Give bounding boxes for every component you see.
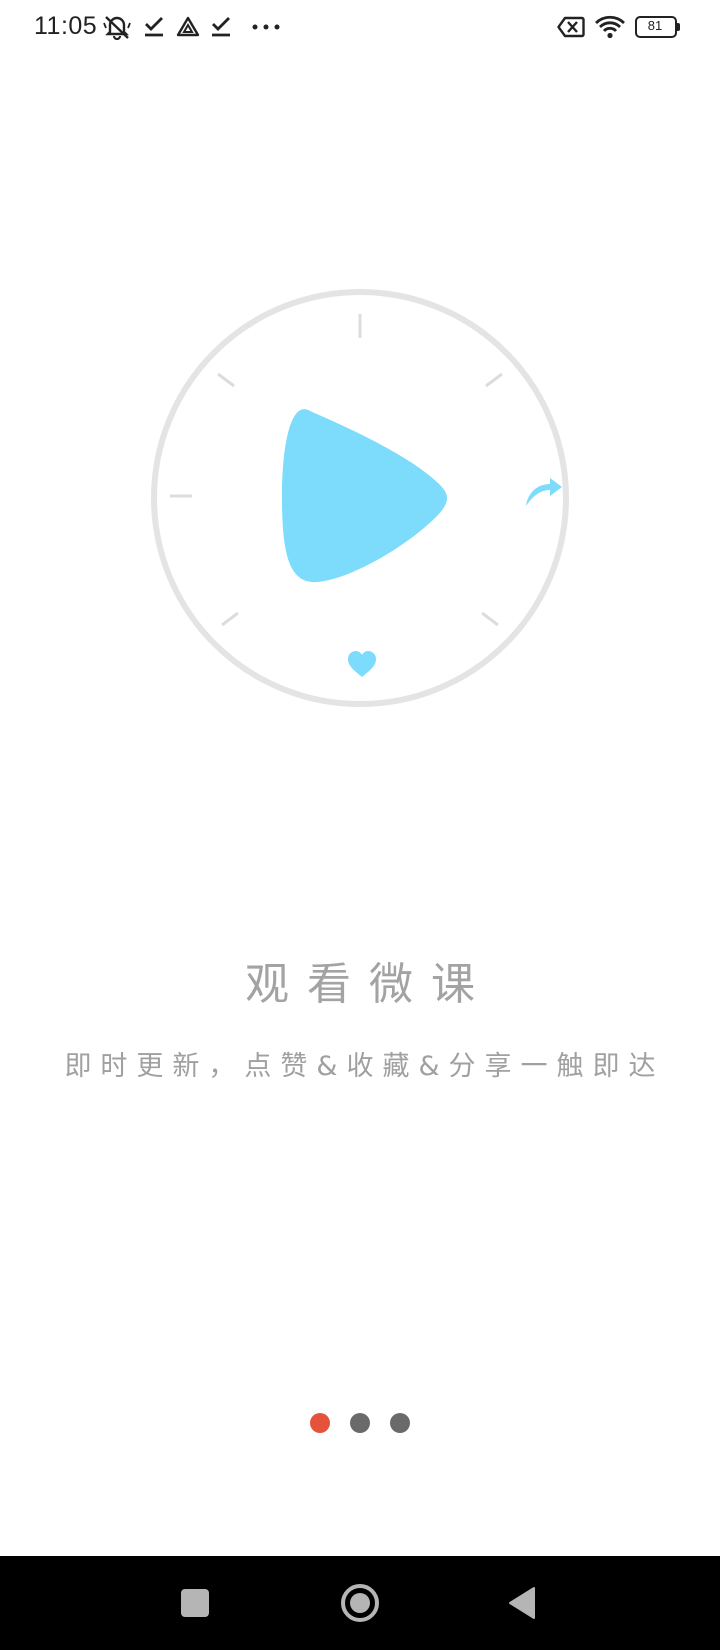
page-dot-2[interactable] bbox=[350, 1413, 370, 1433]
status-time: 11:05 bbox=[34, 12, 98, 40]
heart-icon bbox=[348, 651, 376, 677]
page-dot-3[interactable] bbox=[390, 1413, 410, 1433]
back-triangle-icon bbox=[509, 1587, 535, 1619]
battery-level: 81 bbox=[647, 18, 663, 33]
page-indicator bbox=[0, 1413, 720, 1435]
mute-icon bbox=[102, 12, 132, 42]
clock-tick-bottom-left bbox=[221, 611, 239, 627]
check-icon bbox=[209, 12, 233, 42]
recents-square-icon bbox=[181, 1589, 209, 1617]
page-subtitle: 即时更新，点赞&收藏&分享一触即达 bbox=[64, 1051, 665, 1082]
home-button[interactable] bbox=[315, 1556, 405, 1650]
battery-icon: 81 bbox=[635, 16, 681, 38]
battery-tip bbox=[677, 23, 680, 31]
back-button[interactable] bbox=[477, 1556, 567, 1650]
home-circle-icon bbox=[341, 1584, 379, 1622]
check-icon bbox=[142, 12, 166, 42]
onboarding-illustration bbox=[140, 280, 580, 720]
clock-tick-top-left bbox=[217, 372, 235, 388]
page-title: 观看微课 bbox=[245, 959, 493, 1010]
more-icon bbox=[250, 12, 282, 42]
page-dot-1[interactable] bbox=[310, 1413, 330, 1433]
clock-tick-top-right bbox=[485, 372, 503, 388]
recents-button[interactable] bbox=[150, 1556, 240, 1650]
clock-tick-bottom-right bbox=[481, 611, 499, 627]
share-icon bbox=[526, 478, 562, 506]
wifi-icon bbox=[594, 12, 626, 42]
play-icon bbox=[282, 409, 447, 583]
status-bar: 11:05 81 bbox=[0, 0, 720, 54]
system-nav-bar bbox=[0, 1556, 720, 1650]
drive-icon bbox=[175, 12, 201, 42]
sim-off-icon bbox=[556, 12, 586, 42]
